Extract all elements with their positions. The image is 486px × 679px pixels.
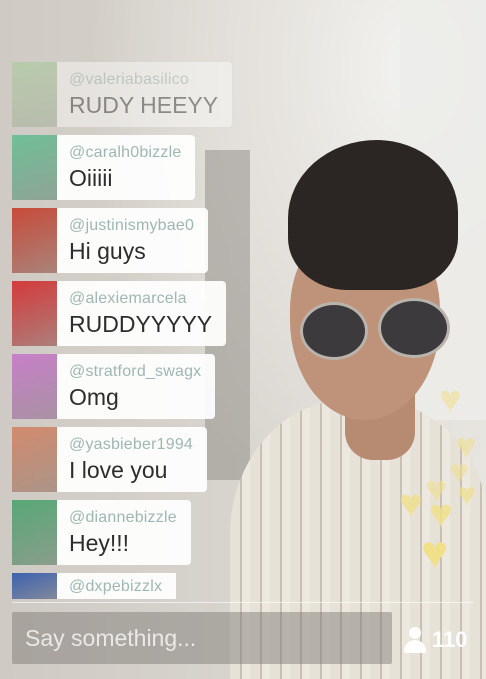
comment-bubble: @valeriabasilico RUDY HEEYY — [57, 62, 233, 127]
viewer-counter[interactable]: 110 — [404, 622, 468, 658]
divider — [12, 602, 474, 603]
comment-username[interactable]: @justinismybae0 — [69, 216, 194, 236]
heart-icon: ♥ — [421, 526, 449, 578]
comment-item: @alexiemarcela RUDDYYYYY — [12, 281, 252, 346]
comment-username[interactable]: @alexiemarcela — [69, 289, 212, 309]
commenter-avatar[interactable] — [12, 500, 57, 565]
person-icon — [404, 627, 426, 653]
sunglasses-right-lens — [378, 298, 450, 358]
comment-item: @stratford_swagx Omg — [12, 354, 252, 419]
comment-item: @justinismybae0 Hi guys — [12, 208, 252, 273]
comment-bubble: @yasbieber1994 I love you — [57, 427, 208, 492]
comment-username[interactable]: @dxpebizzlx — [69, 577, 162, 597]
commenter-avatar[interactable] — [12, 354, 57, 419]
commenter-avatar[interactable] — [12, 208, 57, 273]
sunglasses-left-lens — [300, 302, 368, 360]
commenter-avatar[interactable] — [12, 427, 57, 492]
streamer-hair — [288, 140, 458, 290]
comment-message: I love you — [69, 456, 168, 483]
commenter-avatar[interactable] — [12, 135, 57, 200]
comment-username[interactable]: @stratford_swagx — [69, 362, 201, 382]
comment-message: RUDDYYYYY — [69, 310, 213, 337]
comment-bubble: @stratford_swagx Omg — [57, 354, 216, 419]
comment-input[interactable]: Say something... — [12, 612, 392, 664]
viewer-count: 110 — [432, 627, 468, 652]
commenter-avatar[interactable] — [12, 62, 57, 127]
comment-item: @diannebizzle Hey!!! — [12, 500, 252, 565]
commenter-avatar[interactable] — [12, 281, 57, 346]
comment-message: Omg — [69, 383, 119, 410]
comment-feed: @valeriabasilico RUDY HEEYY @caralh0bizz… — [12, 62, 252, 599]
comment-username[interactable]: @yasbieber1994 — [69, 435, 193, 455]
comment-username[interactable]: @diannebizzle — [69, 508, 177, 528]
comment-input-placeholder: Say something... — [25, 624, 197, 651]
comment-item: @caralh0bizzle Oiiiii — [12, 135, 252, 200]
comment-bubble: @caralh0bizzle Oiiiii — [57, 135, 196, 200]
live-stream-view: @valeriabasilico RUDY HEEYY @caralh0bizz… — [0, 0, 486, 679]
heart-icon: ♥ — [439, 379, 462, 421]
comment-bubble: @dxpebizzlx — [57, 573, 177, 599]
comment-item: @valeriabasilico RUDY HEEYY — [12, 62, 252, 127]
comment-message: Hi guys — [69, 237, 146, 264]
comment-username[interactable]: @caralh0bizzle — [69, 143, 181, 163]
heart-icon: ♥ — [457, 476, 476, 512]
comment-item: @yasbieber1994 I love you — [12, 427, 252, 492]
comment-username[interactable]: @valeriabasilico — [69, 70, 218, 90]
comment-item: @dxpebizzlx — [12, 573, 252, 599]
comment-bubble: @diannebizzle Hey!!! — [57, 500, 191, 565]
comment-message: Oiiiii — [69, 164, 113, 191]
heart-icon: ♥ — [399, 482, 423, 526]
comment-message: RUDY HEEYY — [69, 91, 219, 118]
comment-bubble: @alexiemarcela RUDDYYYYY — [57, 281, 227, 346]
comment-message: Hey!!! — [69, 529, 130, 556]
floating-hearts: ♥ ♥ ♥ ♥ ♥ ♥ ♥ ♥ — [395, 380, 486, 590]
comment-bubble: @justinismybae0 Hi guys — [57, 208, 209, 273]
commenter-avatar[interactable] — [12, 573, 57, 599]
